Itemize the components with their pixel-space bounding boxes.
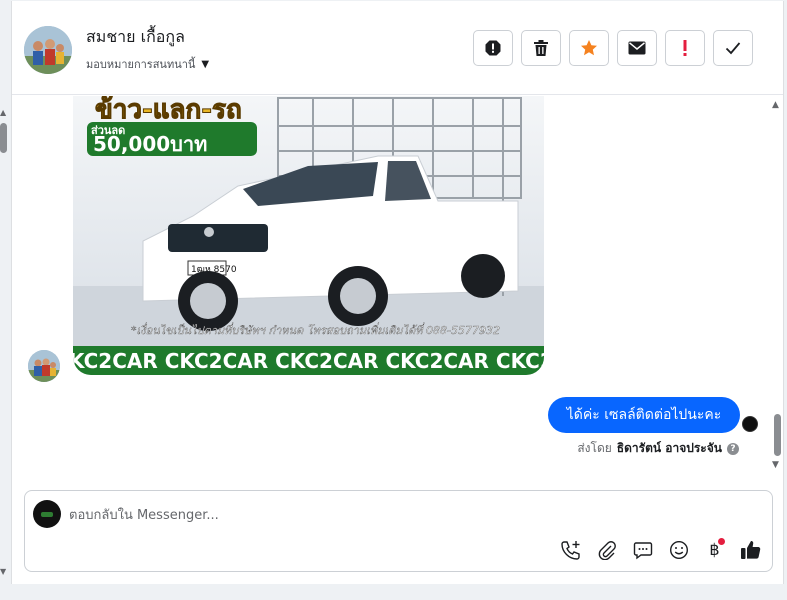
phone-add-icon: [560, 540, 580, 560]
conversation-panel: สมชาย เกื้อกูล มอบหมายการสนทนานี้ ▼ 1ฒห …: [11, 1, 784, 584]
sent-by-info: ส่งโดย ธิดารัตน์ อาจประจัน ?: [577, 439, 739, 458]
scroll-up-arrow-icon[interactable]: ▲: [772, 100, 779, 110]
scroll-down-arrow-icon[interactable]: ▼: [772, 460, 779, 470]
speech-bubble-icon: [633, 541, 652, 559]
mark-unread-button[interactable]: [617, 30, 657, 66]
like-button[interactable]: [739, 538, 762, 561]
chevron-down-icon: ▼: [201, 58, 210, 70]
contact-name[interactable]: สมชาย เกื้อกูล: [86, 25, 185, 50]
message-thread: 1ฒห 8570 ข้าว-แลก-รถ ส่วนลด 50,000บาท *เ…: [12, 96, 783, 481]
promo-amount: 50,000บาท: [93, 132, 207, 156]
delete-button[interactable]: [521, 30, 561, 66]
mark-spam-button[interactable]: [665, 30, 705, 66]
promo-footnote: *เงื่อนไขเป็นไปตามที่บริษัทฯ กำหนด โทรสอ…: [131, 322, 500, 337]
scroll-thumb[interactable]: [0, 123, 7, 153]
message-scroll-thumb[interactable]: [774, 414, 781, 456]
message-image[interactable]: 1ฒห 8570 ข้าว-แลก-รถ ส่วนลด 50,000บาท *เ…: [73, 96, 544, 375]
app-window: ▲ ▼ สมชาย เกื้อกูล มอบหมายการสนทนานี้ ▼ …: [0, 0, 787, 600]
outgoing-message-bubble[interactable]: ได้ค่ะ เซลล์ติดต่อไปนะคะ: [548, 397, 740, 433]
smiley-icon: [669, 540, 688, 559]
thumbs-up-icon: [740, 540, 760, 559]
reply-input[interactable]: [69, 503, 709, 527]
report-icon: [485, 40, 501, 56]
payment-button[interactable]: ฿: [703, 538, 726, 561]
promo-headline: ข้าว-แลก-รถ: [95, 96, 242, 125]
saved-replies-button[interactable]: [631, 538, 654, 561]
star-icon: [581, 40, 597, 56]
report-button[interactable]: [473, 30, 513, 66]
envelope-icon: [628, 41, 646, 55]
composer-toolbar: ฿: [559, 538, 762, 561]
contact-avatar[interactable]: [24, 26, 72, 74]
assign-conversation-dropdown[interactable]: มอบหมายการสนทนานี้ ▼: [86, 55, 209, 73]
contact-avatar-small[interactable]: [28, 350, 60, 382]
star-button[interactable]: [569, 30, 609, 66]
header-actions: [473, 30, 753, 66]
help-icon[interactable]: ?: [727, 442, 739, 455]
sent-by-name[interactable]: ธิดารัตน์ อาจประจัน: [617, 439, 722, 458]
read-receipt-avatar: [742, 416, 758, 432]
sent-by-prefix: ส่งโดย: [577, 441, 612, 455]
left-scrollbar[interactable]: ▲ ▼: [0, 95, 10, 585]
scroll-down-arrow-icon[interactable]: ▼: [0, 567, 6, 576]
emoji-button[interactable]: [667, 538, 690, 561]
checkmark-icon: [725, 42, 741, 55]
conversation-header: สมชาย เกื้อกูล มอบหมายการสนทนานี้ ▼: [12, 1, 783, 95]
notification-dot: [718, 538, 725, 545]
mark-done-button[interactable]: [713, 30, 753, 66]
message-scrollbar[interactable]: ▲ ▼: [772, 96, 784, 481]
reply-composer: ฿: [24, 490, 773, 572]
call-button[interactable]: [559, 538, 582, 561]
attach-button[interactable]: [595, 538, 618, 561]
page-avatar: [33, 500, 61, 528]
exclamation-icon: [683, 40, 687, 56]
assign-label: มอบหมายการสนทนานี้: [86, 58, 196, 71]
trash-icon: [534, 40, 548, 56]
scroll-up-arrow-icon[interactable]: ▲: [0, 108, 6, 117]
brand-banner: KC2CAR CKC2CAR CKC2CAR CKC2CAR CKC2: [73, 349, 544, 373]
paperclip-icon: [598, 540, 616, 560]
